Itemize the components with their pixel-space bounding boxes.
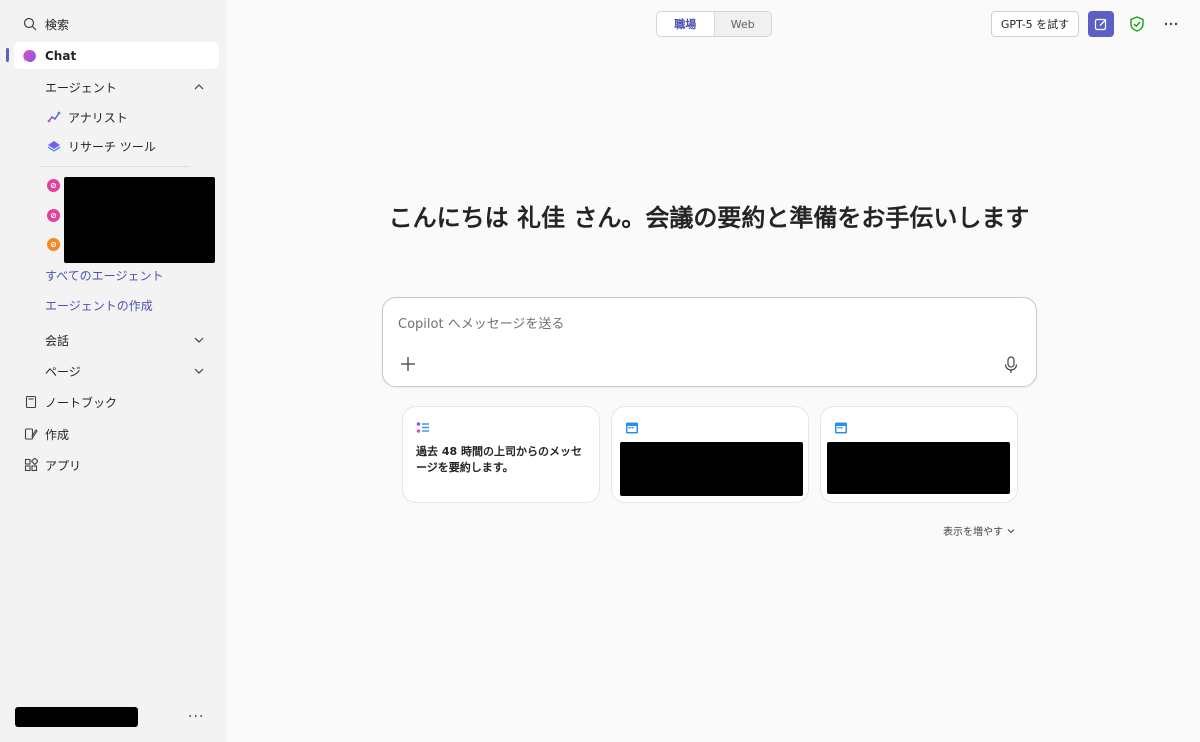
agents-header: エージェント — [45, 80, 117, 95]
shield-icon[interactable] — [1128, 15, 1146, 33]
calendar-icon — [626, 422, 638, 434]
agent-icon[interactable]: ⊘ — [47, 209, 60, 222]
sidebar-item-notebook-label: ノートブック — [45, 395, 118, 410]
sidebar-item-chat[interactable]: Chat — [14, 42, 219, 69]
agent-icon[interactable]: ⊘ — [47, 179, 60, 192]
sidebar-item-apps-label: アプリ — [45, 458, 82, 473]
pages-section-toggle[interactable]: ページ — [45, 358, 227, 384]
calendar-icon — [835, 422, 847, 434]
all-agents-link[interactable]: すべてのエージェント — [45, 262, 163, 288]
search-button[interactable]: 検索 — [22, 11, 69, 37]
profile-more-button[interactable]: ··· — [188, 709, 204, 725]
mode-toggle: 職場 Web — [656, 11, 772, 37]
search-label: 検索 — [45, 17, 70, 32]
show-more-label: 表示を増やす — [943, 527, 1003, 538]
notebook-icon — [23, 394, 39, 410]
sidebar-item-analyst-label: アナリスト — [68, 110, 128, 125]
sidebar-item-apps[interactable]: アプリ — [23, 452, 81, 478]
try-gpt5-button[interactable]: GPT-5 を試す — [991, 11, 1079, 37]
compose-icon — [1094, 18, 1107, 31]
redacted-suggestion — [827, 442, 1010, 494]
sidebar-divider — [40, 166, 190, 167]
sidebar: 検索 Chat エージェント アナリスト リサーチ ツール ⊘ ⊘ ⊘ すべての… — [0, 0, 227, 742]
conversations-label: 会話 — [45, 333, 70, 348]
suggestion-card-text: 過去 48 時間の上司からのメッセージを要約します。 — [416, 445, 582, 474]
more-options-icon[interactable] — [1162, 15, 1180, 33]
create-agent-link[interactable]: エージェントの作成 — [45, 292, 153, 318]
show-more-button[interactable]: 表示を増やす — [943, 523, 1015, 538]
research-tool-icon — [46, 138, 62, 154]
sidebar-item-analyst[interactable]: アナリスト — [46, 104, 128, 130]
pages-label: ページ — [45, 364, 81, 379]
apps-icon — [23, 457, 39, 473]
plus-icon[interactable] — [400, 356, 416, 372]
sidebar-item-research-tool-label: リサーチ ツール — [68, 139, 156, 154]
active-indicator — [6, 48, 9, 62]
sidebar-item-notebook[interactable]: ノートブック — [23, 389, 117, 415]
greeting-heading: こんにちは 礼佳 さん。会議の要約と準備をお手伝いします — [388, 204, 1030, 232]
sidebar-item-create[interactable]: 作成 — [23, 421, 69, 447]
list-icon — [416, 422, 429, 433]
chevron-up-icon — [194, 84, 204, 90]
tab-web[interactable]: Web — [715, 12, 772, 36]
redacted-agent-names — [64, 177, 215, 263]
suggestion-card[interactable] — [611, 406, 809, 503]
chevron-down-icon — [194, 368, 204, 374]
conversations-section-toggle[interactable]: 会話 — [45, 327, 227, 353]
analyst-icon — [46, 109, 62, 125]
sidebar-item-chat-label: Chat — [45, 48, 77, 63]
redacted-suggestion — [620, 442, 803, 496]
tab-work[interactable]: 職場 — [657, 12, 715, 36]
main-area: 職場 Web GPT-5 を試す こんにちは 礼佳 さん。会議の要約と準備をお手… — [227, 0, 1200, 742]
chevron-down-icon — [1007, 528, 1015, 533]
chevron-down-icon — [194, 337, 204, 343]
agents-section-toggle[interactable]: エージェント — [45, 74, 227, 100]
prompt-box[interactable]: Copilot へメッセージを送る — [382, 297, 1037, 387]
redacted-user-profile[interactable] — [15, 707, 138, 727]
new-chat-button[interactable] — [1088, 11, 1114, 37]
microphone-icon[interactable] — [1003, 356, 1019, 374]
sidebar-item-research-tool[interactable]: リサーチ ツール — [46, 133, 156, 159]
suggestion-card[interactable]: 過去 48 時間の上司からのメッセージを要約します。 — [402, 406, 600, 503]
search-icon — [22, 16, 38, 32]
copilot-chat-icon — [23, 49, 37, 63]
agent-icon[interactable]: ⊘ — [47, 238, 60, 251]
prompt-input[interactable]: Copilot へメッセージを送る — [398, 313, 564, 332]
sidebar-item-create-label: 作成 — [45, 427, 70, 442]
create-icon — [23, 426, 39, 442]
suggestion-card[interactable] — [820, 406, 1018, 503]
